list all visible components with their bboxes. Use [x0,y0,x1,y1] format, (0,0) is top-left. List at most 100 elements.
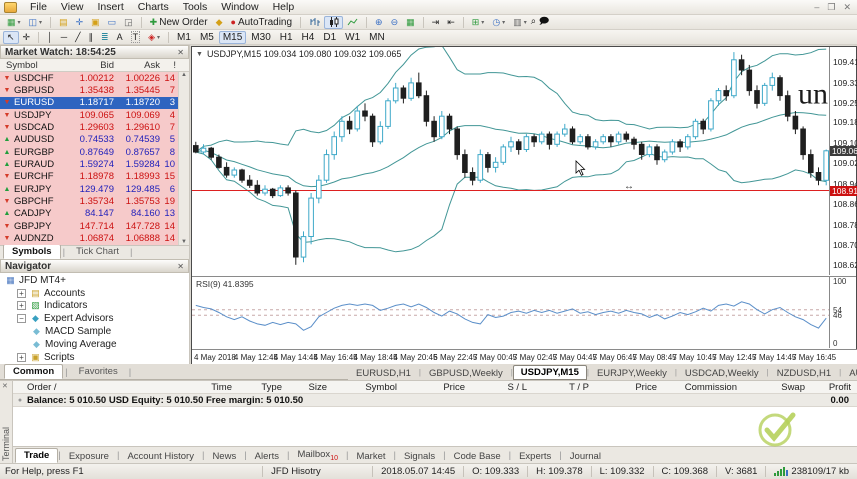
terminal-tab-market[interactable]: Market [348,450,393,463]
timeframe-m1-button[interactable]: M1 [173,31,195,44]
chart-tab-gbpusd-weekly[interactable]: GBPUSD,Weekly [421,366,511,380]
chart-tab-eurusd-h1[interactable]: EURUSD,H1 [348,366,419,380]
tree-item-indicators[interactable]: + ▧ Indicators [0,300,189,313]
market-watch-scrollbar[interactable]: ▲ ▼ [178,72,189,245]
channel-tool-button[interactable]: ∥ [85,31,98,44]
column-symbol[interactable]: Symbol [0,60,62,71]
new-order-button[interactable]: ✚ New Order [146,16,212,29]
chart-tab-usdjpy-m15[interactable]: USDJPY,M15 [512,365,587,380]
candlestick-plot[interactable]: undefined ↔ [192,47,830,275]
data-window-toggle-button[interactable]: ✛ [72,16,88,29]
close-button[interactable]: ✕ [843,2,851,13]
minimize-button[interactable]: – [814,2,819,13]
terminal-column-swap[interactable]: Swap [743,382,811,393]
market-watch-row-eurgbp[interactable]: ▲ EURGBP 0.87649 0.87657 8 [0,146,189,159]
text-label-tool-button[interactable]: T [127,31,145,44]
arrows-dropdown-button[interactable]: ◈ ▾ [144,31,164,44]
restore-button[interactable]: ❐ [827,2,835,13]
terminal-column-price[interactable]: Price [403,382,471,393]
terminal-column-s-l[interactable]: S / L [471,382,533,393]
tree-item-accounts[interactable]: + ▤ Accounts [0,287,189,300]
tree-item-moving-average[interactable]: ◆ Moving Average [0,338,189,351]
community-chat-icon[interactable]: 🗩 [539,16,550,27]
tree-item-expert-advisors[interactable]: − ◆ Expert Advisors [0,312,189,325]
terminal-column-size[interactable]: Size [288,382,333,393]
terminal-column-time[interactable]: Time [153,382,238,393]
terminal-tab-exposure[interactable]: Exposure [61,450,117,463]
crosshair-tool-button[interactable]: ✛ [19,31,35,44]
market-watch-row-gbpchf[interactable]: ▼ GBPCHF 1.35734 1.35753 19 [0,195,189,208]
vertical-line-tool-button[interactable]: │ [43,31,57,44]
expand-icon[interactable]: + [17,352,26,362]
market-watch-toggle-button[interactable]: ▤ [55,16,72,29]
timeframe-m30-button[interactable]: M30 [247,31,274,44]
market-watch-row-eurusd[interactable]: ▼ EURUSD 1.18717 1.18720 3 [0,96,189,110]
chart-tab-nzdusd-h1[interactable]: NZDUSD,H1 [769,366,839,380]
scroll-up-icon[interactable]: ▲ [181,72,187,78]
chart-shift-button[interactable]: ⇤ [443,16,459,29]
market-watch-row-euraud[interactable]: ▲ EURAUD 1.59274 1.59284 10 [0,158,189,171]
navigator-toggle-button[interactable]: ▣ [87,16,104,29]
market-watch-row-gbpusd[interactable]: ▼ GBPUSD 1.35438 1.35445 7 [0,84,189,97]
market-watch-close-icon[interactable]: ✕ [177,48,184,57]
status-profile[interactable]: JFD Hisotry [262,466,372,477]
search-icon[interactable]: ⌕ [531,16,536,27]
strategy-tester-toggle-button[interactable]: ◲ [120,16,137,29]
line-chart-mode-button[interactable] [343,16,362,29]
terminal-tab-trade[interactable]: Trade [15,448,59,463]
expand-icon[interactable]: + [17,301,26,311]
column-spread[interactable]: ! [160,60,178,71]
scroll-down-icon[interactable]: ▼ [181,239,187,245]
expand-icon[interactable]: + [17,288,26,298]
market-watch-row-eurchf[interactable]: ▼ EURCHF 1.18978 1.18993 15 [0,170,189,184]
chart-tab-usdcad-weekly[interactable]: USDCAD,Weekly [677,366,767,380]
terminal-tab-news[interactable]: News [204,450,244,463]
market-watch-row-usdjpy[interactable]: ▼ USDJPY 109.065 109.069 4 [0,109,189,122]
navigator-close-icon[interactable]: ✕ [177,262,184,271]
metaeditor-button[interactable]: ◆ [212,16,227,29]
tab-tick-chart[interactable]: Tick Chart [67,244,128,259]
chart-tab-audusd-m1[interactable]: AUDUSD,M1 [841,366,857,380]
menu-window[interactable]: Window [214,1,265,13]
terminal-column-symbol[interactable]: Symbol [333,382,403,393]
trendline-tool-button[interactable]: ╱ [71,31,84,44]
menu-tools[interactable]: Tools [176,1,215,13]
bar-chart-mode-button[interactable] [305,16,324,29]
market-watch-row-eurjpy[interactable]: ▲ EURJPY 129.479 129.485 6 [0,183,189,196]
market-watch-row-gbpjpy[interactable]: ▼ GBPJPY 147.714 147.728 14 [0,220,189,233]
terminal-close-icon[interactable]: ✕ [2,382,8,390]
timeframe-h4-button[interactable]: H4 [298,31,319,44]
profiles-button[interactable]: ◫ ▾ [25,16,47,29]
periods-dropdown-button[interactable]: ◷ ▾ [488,16,509,29]
terminal-column-price[interactable]: Price [595,382,663,393]
time-axis[interactable]: 4 May 2018 4 May 12:45 4 May 14:45 4 May 16… [192,349,857,364]
terminal-column-t-p[interactable]: T / P [533,382,595,393]
menu-file[interactable]: File [23,1,54,13]
fibonacci-tool-button[interactable]: ≣ [97,31,113,44]
tile-windows-button[interactable]: ▦ [402,16,419,29]
timeframe-m15-button[interactable]: M15 [218,30,247,44]
terminal-tab-signals[interactable]: Signals [396,450,443,463]
terminal-column-commission[interactable]: Commission [663,382,743,393]
menu-charts[interactable]: Charts [131,1,176,13]
text-tool-button[interactable]: A [113,31,127,44]
zoom-in-button[interactable]: ⊕ [371,16,387,29]
timeframe-mn-button[interactable]: MN [365,31,389,44]
autotrading-button[interactable]: ● AutoTrading [227,16,297,29]
cursor-tool-button[interactable]: ↖ [3,30,19,44]
terminal-column-order-[interactable]: Order / [13,382,153,393]
market-watch-row-usdchf[interactable]: ▼ USDCHF 1.00212 1.00226 14 [0,72,189,85]
terminal-column-type[interactable]: Type [238,382,288,393]
terminal-tab-journal[interactable]: Journal [562,450,609,463]
timeframe-m5-button[interactable]: M5 [196,31,218,44]
tree-item-jfd-mt4-[interactable]: ▦ JFD MT4+ [0,274,189,287]
terminal-tab-alerts[interactable]: Alerts [247,450,287,463]
tab-common[interactable]: Common [4,364,64,379]
terminal-tab-experts[interactable]: Experts [511,450,559,463]
chart-window[interactable]: ▼ USDJPY,M15 109.034 109.080 109.032 109… [191,46,857,364]
market-watch-row-audnzd[interactable]: ▼ AUDNZD 1.06874 1.06888 14 [0,232,189,245]
menu-insert[interactable]: Insert [91,1,131,13]
column-bid[interactable]: Bid [62,60,114,71]
templates-dropdown-button[interactable]: ▥ ▾ [509,16,531,29]
rsi-subwindow[interactable]: RSI(9) 41.8395 [192,276,830,348]
